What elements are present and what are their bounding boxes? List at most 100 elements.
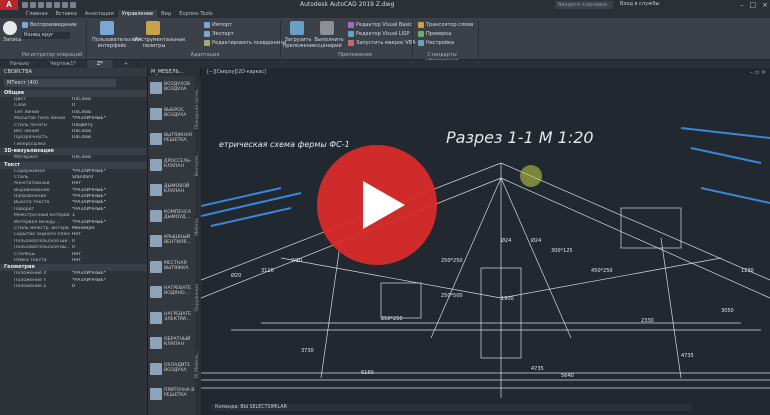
layer-translator-button[interactable]: Транслятор слоев	[426, 22, 473, 28]
palette-item-label: ОХЛАДИТЕ ВОЗДУХА	[164, 362, 191, 373]
properties-section-title[interactable]: Геометрия	[0, 264, 147, 272]
sign-in-link[interactable]: Вход в службы	[620, 1, 659, 7]
hvac-symbol-icon	[150, 209, 162, 222]
properties-palette: СВОЙСТВА МТекст (40) Общие Цвет ПоСлою Слой…	[0, 68, 148, 415]
maximize-icon[interactable]: □	[750, 1, 757, 9]
playback-icon[interactable]	[22, 22, 28, 28]
window-controls: – □ ×	[740, 1, 768, 9]
properties-title: СВОЙСТВА	[0, 68, 147, 76]
property-value[interactable]: 0	[70, 284, 75, 290]
play-icon[interactable]	[363, 181, 405, 229]
vb-editor-button[interactable]: Редактор Visual Basic	[356, 22, 412, 28]
plot-icon[interactable]	[54, 2, 60, 8]
run-script-icon[interactable]	[320, 21, 334, 35]
palette-item[interactable]: ДЫМОВОЙ КЛАПАН	[150, 182, 195, 204]
new-icon[interactable]	[22, 2, 28, 8]
tab-view[interactable]: Вид	[157, 10, 175, 18]
vb-editor-icon[interactable]	[348, 22, 354, 28]
run-script-button[interactable]: Выполнить сценарий	[314, 37, 344, 49]
vlisp-editor-button[interactable]: Редактор Visual LISP	[356, 31, 409, 37]
tool-palettes-button[interactable]: Инструментальные палитры	[134, 37, 185, 49]
settings-button[interactable]: Настройка	[426, 40, 454, 46]
new-tab-button[interactable]: +	[114, 60, 140, 68]
edit-aliases-button[interactable]: Редактировать псевдонимы	[212, 40, 286, 46]
tab-annotate[interactable]: Аннотации	[81, 10, 118, 18]
macro-combo[interactable]: Конец круг	[22, 32, 70, 39]
aliases-icon[interactable]	[204, 40, 210, 46]
import-button[interactable]: Импорт	[212, 22, 232, 28]
properties-section-title[interactable]: Общие	[0, 90, 147, 97]
layer-translator-icon[interactable]	[418, 22, 424, 28]
palette-item[interactable]: МЕСТНАЯ ВЫТЯЖКА	[150, 259, 195, 281]
palette-item[interactable]: НАГРЕВАТЕ ЭЛЕКТРИ...	[150, 310, 195, 332]
macros-panel-title[interactable]: Регистратор операций	[20, 52, 84, 58]
redo-icon[interactable]	[70, 2, 76, 8]
palette-item[interactable]: ВЫТЯЖНАЯ РЕШЕТКА	[150, 131, 195, 153]
save-icon[interactable]	[38, 2, 44, 8]
ribbon-separator	[280, 20, 281, 58]
palette-item[interactable]: КРЫШНЫЙ ВЕНТИЛЯ...	[150, 233, 195, 255]
undo-icon[interactable]	[62, 2, 68, 8]
load-app-button[interactable]: Загрузить приложение	[283, 37, 316, 49]
property-value[interactable]: ПоСлою	[70, 155, 91, 161]
import-icon[interactable]	[204, 22, 210, 28]
palette-item[interactable]: ДРОССЕЛЬ-КЛАПАН	[150, 157, 195, 179]
search-input[interactable]: Введите ключевое слово/фразу	[555, 1, 613, 16]
property-row[interactable]: Положение Z 0	[0, 284, 147, 290]
palette-item[interactable]: ОХЛАДИТЕ ВОЗДУХА	[150, 361, 195, 383]
selection-dropdown[interactable]: МТекст (40)	[4, 79, 116, 87]
property-value[interactable]: Нет	[70, 258, 81, 264]
command-line[interactable]: Команда: ВЫ SELECTSIMILAR	[211, 404, 691, 411]
drawing-area[interactable]: [−][Сверху][2D-каркас] – ▫ × Разрез 1-1 …	[201, 68, 770, 415]
record-icon[interactable]	[3, 21, 17, 35]
tab-express-tools[interactable]: Express Tools	[175, 10, 216, 18]
run-vba-button[interactable]: Запустить макрос VBA	[356, 40, 416, 46]
check-icon[interactable]	[418, 31, 424, 37]
tab-manage[interactable]: Управление	[117, 10, 158, 18]
drawing-canvas[interactable]	[201, 68, 770, 415]
tab-insert[interactable]: Вставка	[52, 10, 81, 18]
minimize-icon[interactable]: –	[740, 1, 744, 9]
custom-ui-icon[interactable]	[100, 21, 114, 35]
properties-section-title[interactable]: Текст	[0, 161, 147, 169]
property-value[interactable]: *РАЗЛИЧНЫЕ*	[70, 207, 106, 213]
export-icon[interactable]	[204, 31, 210, 37]
palette-item[interactable]: ПРИТОЧНА В РЕШЕТКА	[150, 386, 195, 408]
open-icon[interactable]	[30, 2, 36, 8]
load-app-icon[interactable]	[290, 21, 304, 35]
close-icon[interactable]: ×	[762, 1, 768, 9]
property-value[interactable]: ПоСлою	[70, 135, 91, 141]
custom-ui-button[interactable]: Пользовательский интерфейс	[92, 37, 141, 49]
palette-item-label: НАГРЕВАТЕ ЭЛЕКТРИ...	[164, 311, 192, 322]
tool-palettes-icon[interactable]	[146, 21, 160, 35]
check-button[interactable]: Проверка	[426, 31, 451, 37]
title-bar: A Autodesk AutoCAD 2019 Z.dwg Введите кл…	[0, 0, 770, 16]
saveas-icon[interactable]	[46, 2, 52, 8]
applications-panel-title[interactable]: Приложения	[300, 52, 410, 58]
properties-section-title[interactable]: 3D-визуализация	[0, 148, 147, 156]
property-value[interactable]: *РАЗЛИЧНЫЕ*	[70, 278, 106, 284]
autocad-logo-icon[interactable]: A	[0, 0, 18, 10]
run-vba-icon[interactable]	[348, 40, 354, 46]
playback-button[interactable]: Воспроизведение	[30, 22, 77, 28]
export-button[interactable]: Экспорт	[212, 31, 234, 37]
palette-item[interactable]: ОБРАТНЫЙ КЛАПАН	[150, 335, 195, 357]
palette-item[interactable]: ВОЗДУХОВ ВОЗДУХА	[150, 80, 195, 102]
drawing-heading: Разрез 1-1 М 1:20	[446, 128, 594, 147]
dimension-label: 250*500	[441, 293, 463, 299]
palette-item[interactable]: ВЫБРОС ВОЗДУХА	[150, 106, 195, 128]
record-button[interactable]: Запись	[3, 37, 21, 43]
customization-panel-title[interactable]: Адаптация	[150, 52, 260, 58]
ribbon-tabs: Главная Вставка Аннотации Управление Вид…	[0, 10, 770, 18]
file-tab-start[interactable]: Начало	[0, 60, 41, 68]
vlisp-editor-icon[interactable]	[348, 31, 354, 37]
tab-home[interactable]: Главная	[22, 10, 52, 18]
palette-item[interactable]: НАГРЕВАТЕ ВОДЯНО...	[150, 284, 195, 306]
property-value[interactable]	[70, 142, 72, 148]
hvac-symbol-icon	[150, 184, 162, 196]
file-tab-drawing1[interactable]: Чертеж1*	[40, 60, 87, 68]
palette-item[interactable]: КОМПЕНСА ДЫМОУД...	[150, 208, 195, 230]
settings-icon[interactable]	[418, 40, 424, 46]
file-tab-z[interactable]: Z*	[86, 60, 114, 68]
dimension-label: Ø24	[531, 238, 542, 244]
